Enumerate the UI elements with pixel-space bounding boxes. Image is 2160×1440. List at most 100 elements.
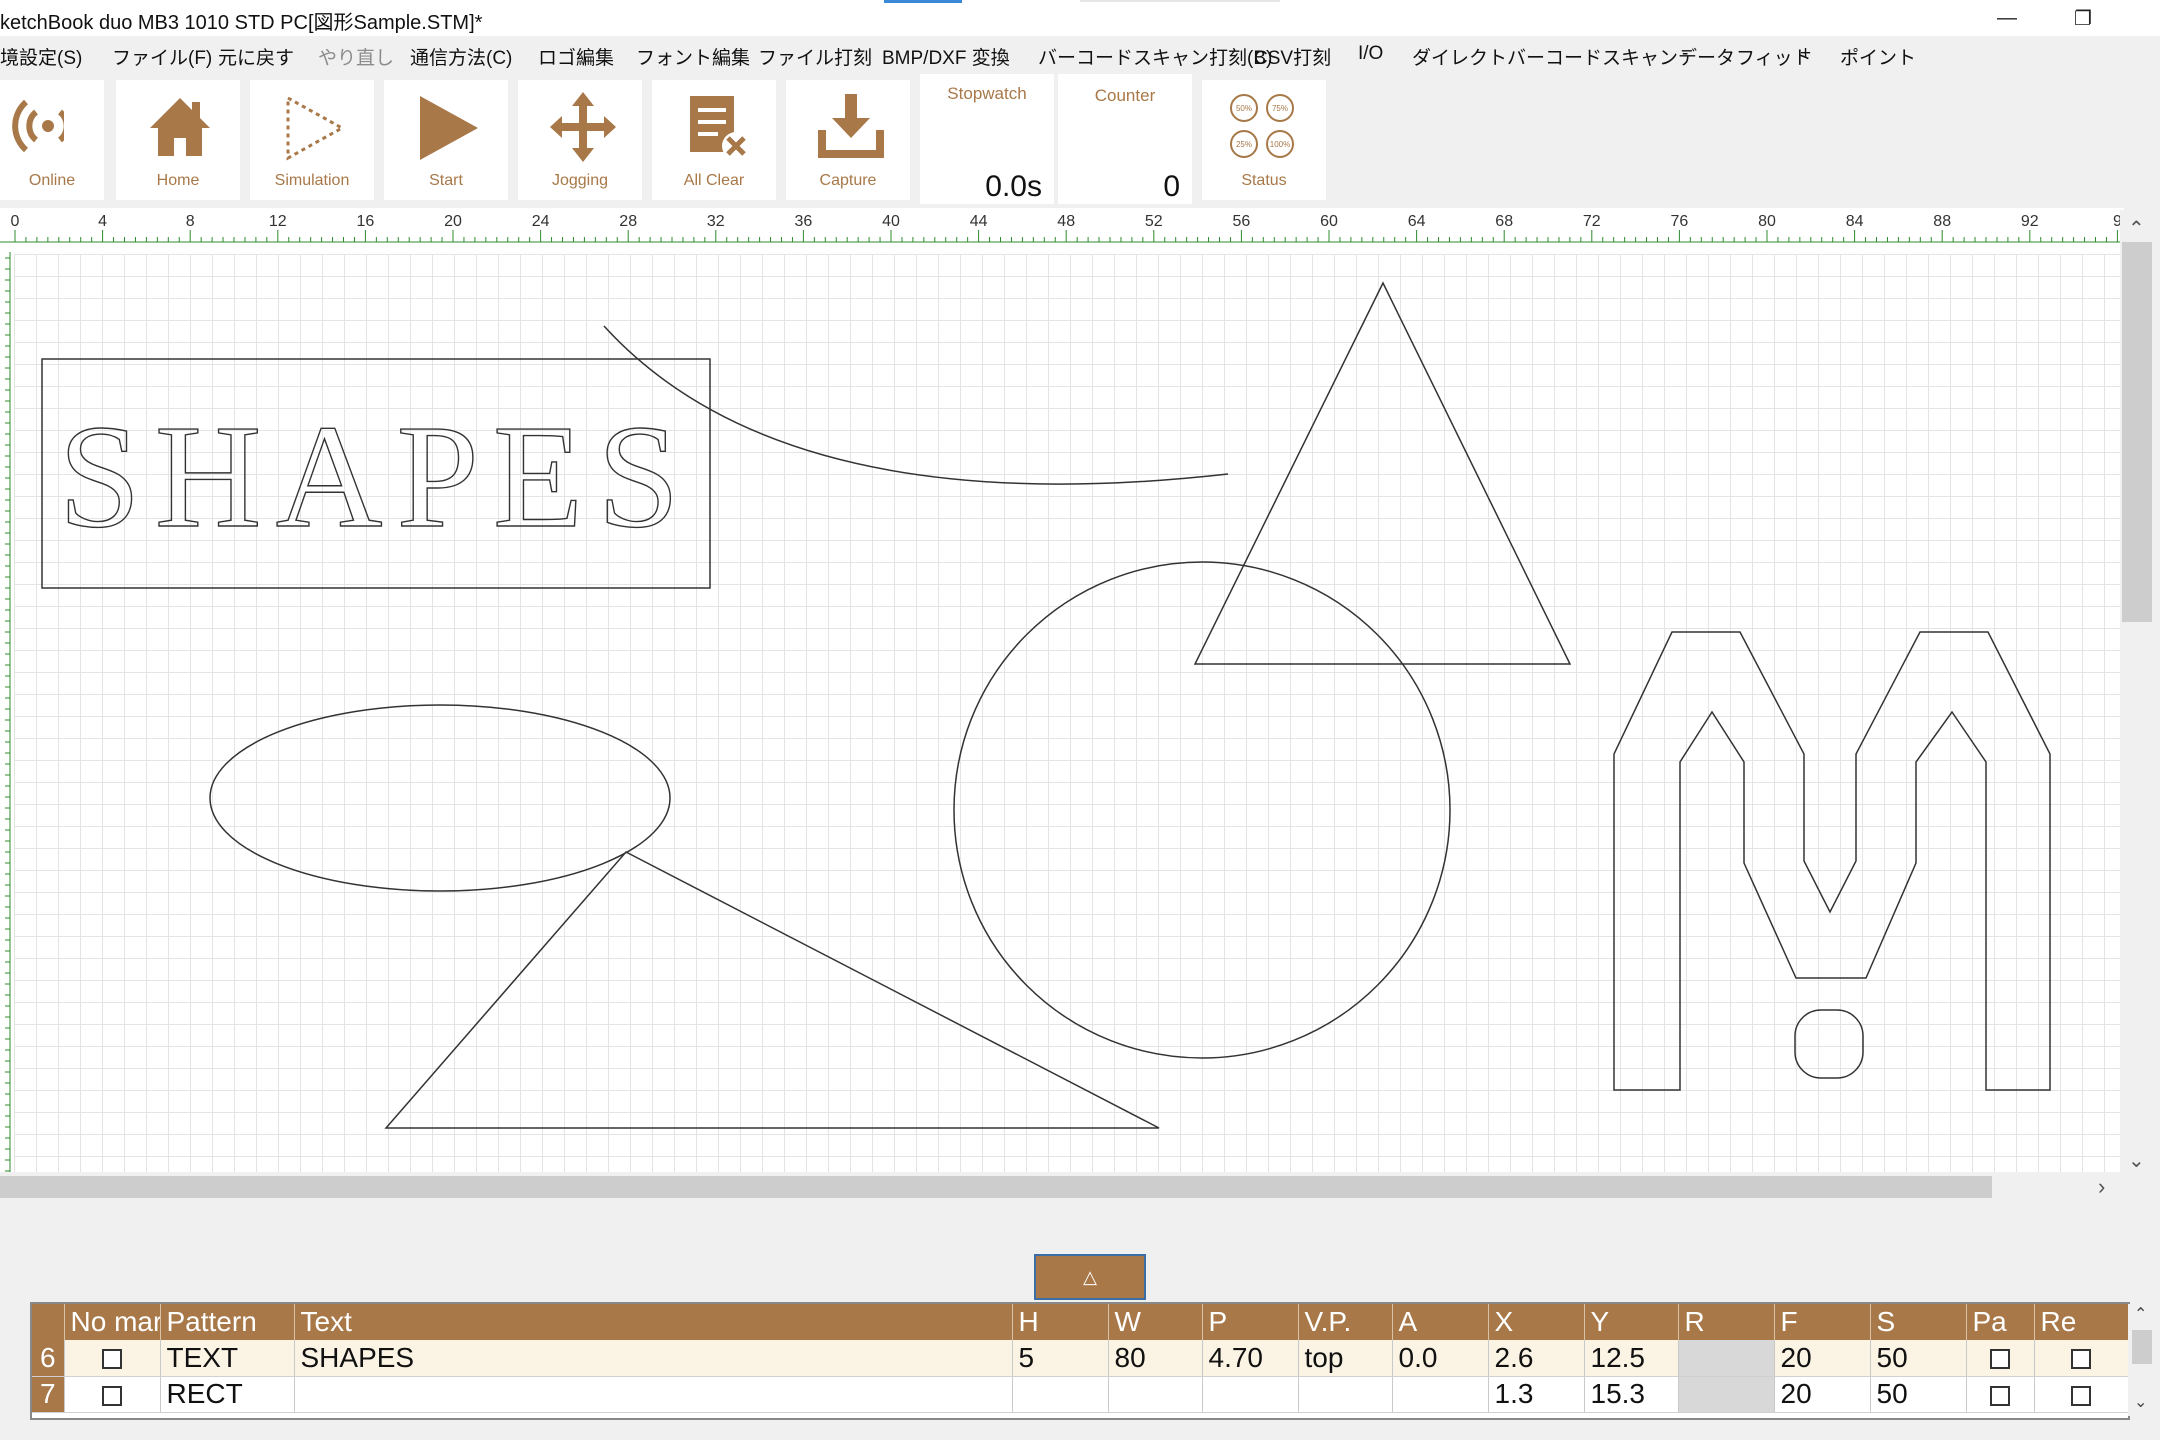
checkbox-icon[interactable] [102, 1385, 122, 1406]
cell-a[interactable] [1392, 1376, 1489, 1413]
col-header-x[interactable]: X [1488, 1304, 1585, 1340]
re-checkbox[interactable] [2034, 1376, 2129, 1413]
shape-m-logo-dot[interactable] [1794, 1009, 1864, 1079]
cell-x[interactable]: 1.3 [1488, 1376, 1585, 1413]
cell-s[interactable]: 50 [1870, 1340, 1967, 1377]
col-header-w[interactable]: W [1108, 1304, 1203, 1340]
col-header-no-mark[interactable]: No mark [64, 1304, 161, 1340]
checkbox-icon[interactable] [1990, 1385, 2010, 1406]
cell-r[interactable] [1678, 1376, 1775, 1413]
scroll-up-icon[interactable]: ⌃ [2128, 216, 2145, 241]
menu-undo[interactable]: 元に戻す [218, 43, 294, 70]
col-header-re[interactable]: Re [2034, 1304, 2129, 1340]
cell-pattern[interactable]: TEXT [160, 1340, 295, 1377]
col-header-y[interactable]: Y [1584, 1304, 1679, 1340]
cell-a[interactable]: 0.0 [1392, 1340, 1489, 1377]
col-header-p[interactable]: P [1202, 1304, 1299, 1340]
col-header-a[interactable]: A [1392, 1304, 1489, 1340]
menu-zoom-out[interactable]: - [1682, 43, 1688, 65]
cell-x[interactable]: 2.6 [1488, 1340, 1585, 1377]
home-button[interactable]: Home [116, 80, 240, 200]
canvas-horizontal-scrollbar[interactable]: › [0, 1174, 2124, 1200]
menu-settings[interactable]: 境設定(S) [0, 43, 82, 70]
checkbox-icon[interactable] [2071, 1385, 2091, 1406]
col-header-h[interactable]: H [1012, 1304, 1109, 1340]
row-number[interactable]: 6 [32, 1340, 65, 1377]
col-header-f[interactable]: F [1774, 1304, 1871, 1340]
cell-f[interactable]: 20 [1774, 1340, 1871, 1377]
cell-w[interactable]: 80 [1108, 1340, 1203, 1377]
cell-vp[interactable]: top [1298, 1340, 1393, 1377]
status-button[interactable]: 50% 75% 25% 100% Status [1202, 80, 1326, 200]
menu-zoom-in[interactable]: + [1800, 43, 1811, 65]
shape-circle[interactable] [953, 561, 1451, 1059]
col-header-vp[interactable]: V.P. [1298, 1304, 1393, 1340]
table-scroll-thumb[interactable] [2132, 1330, 2152, 1364]
menu-bmp-dxf[interactable]: BMP/DXF 変換 [882, 43, 1010, 70]
cell-p[interactable]: 4.70 [1202, 1340, 1299, 1377]
shape-arc[interactable] [603, 325, 1229, 485]
no-mark-checkbox[interactable] [64, 1376, 161, 1413]
cell-y[interactable]: 15.3 [1584, 1376, 1679, 1413]
cell-w[interactable] [1108, 1376, 1203, 1413]
checkbox-icon[interactable] [1990, 1349, 2010, 1370]
menu-point[interactable]: ポイント [1840, 43, 1916, 70]
table-row[interactable]: 6 TEXT SHAPES 5 80 4.70 top 0.0 2.6 12.5… [32, 1340, 2129, 1377]
row-number[interactable]: 7 [32, 1376, 65, 1413]
design-canvas[interactable]: SHAPES [14, 254, 2122, 1172]
cell-r[interactable] [1678, 1340, 1775, 1377]
menu-csv-mark[interactable]: CSV打刻 [1254, 43, 1331, 70]
panel-toggle-button[interactable]: △ [1034, 1254, 1146, 1300]
cell-text[interactable] [294, 1376, 1013, 1413]
menu-font-edit[interactable]: フォント編集 [636, 43, 750, 70]
table-scroll-down-icon[interactable]: ⌄ [2134, 1392, 2147, 1412]
minimize-button[interactable]: — [1970, 0, 2044, 36]
menu-barcode-scan[interactable]: バーコードスキャン打刻(B) [1038, 43, 1272, 70]
cell-h[interactable] [1012, 1376, 1109, 1413]
table-vertical-scrollbar[interactable]: ⌃ ⌄ [2128, 1304, 2156, 1416]
horizontal-scroll-thumb[interactable] [0, 1176, 1992, 1198]
restore-button[interactable]: ❐ [2046, 0, 2120, 36]
no-mark-checkbox[interactable] [64, 1340, 161, 1377]
menu-file[interactable]: ファイル(F) [112, 43, 212, 70]
col-header-pa[interactable]: Pa [1966, 1304, 2035, 1340]
scroll-right-icon[interactable]: › [2098, 1174, 2105, 1200]
table-scroll-up-icon[interactable]: ⌃ [2134, 1304, 2147, 1324]
shape-ellipse[interactable] [209, 704, 671, 892]
shape-text-shapes[interactable]: SHAPES [58, 394, 693, 559]
checkbox-icon[interactable] [2071, 1349, 2091, 1370]
cell-vp[interactable] [1298, 1376, 1393, 1413]
re-checkbox[interactable] [2034, 1340, 2129, 1377]
all-clear-button[interactable]: All Clear [652, 80, 776, 200]
start-button[interactable]: Start [384, 80, 508, 200]
online-button[interactable]: Online [0, 80, 104, 200]
cell-f[interactable]: 20 [1774, 1376, 1871, 1413]
jogging-button[interactable]: Jogging [518, 80, 642, 200]
menu-file-mark[interactable]: ファイル打刻 [758, 43, 872, 70]
vertical-scroll-thumb[interactable] [2122, 242, 2152, 622]
col-header-s[interactable]: S [1870, 1304, 1967, 1340]
cell-h[interactable]: 5 [1012, 1340, 1109, 1377]
cell-pattern[interactable]: RECT [160, 1376, 295, 1413]
cell-y[interactable]: 12.5 [1584, 1340, 1679, 1377]
simulation-button[interactable]: Simulation [250, 80, 374, 200]
col-header-pattern[interactable]: Pattern [160, 1304, 295, 1340]
menu-io[interactable]: I/O [1358, 43, 1383, 65]
menu-comm-method[interactable]: 通信方法(C) [410, 43, 512, 70]
pa-checkbox[interactable] [1966, 1340, 2035, 1377]
menu-redo[interactable]: やり直し [318, 43, 394, 70]
canvas-vertical-scrollbar[interactable]: ⌃ ⌄ [2120, 210, 2160, 1174]
menu-logo-edit[interactable]: ロゴ編集 [538, 43, 614, 70]
shape-triangle-upper[interactable] [1193, 281, 1572, 665]
pa-checkbox[interactable] [1966, 1376, 2035, 1413]
col-header-text[interactable]: Text [294, 1304, 1013, 1340]
scroll-down-icon[interactable]: ⌄ [2128, 1148, 2145, 1173]
cell-s[interactable]: 50 [1870, 1376, 1967, 1413]
table-row[interactable]: 7 RECT 1.3 15.3 20 50 [32, 1376, 2129, 1413]
col-header-r[interactable]: R [1678, 1304, 1775, 1340]
cell-text[interactable]: SHAPES [294, 1340, 1013, 1377]
checkbox-icon[interactable] [102, 1349, 122, 1370]
cell-p[interactable] [1202, 1376, 1299, 1413]
capture-button[interactable]: Capture [786, 80, 910, 200]
shape-m-logo[interactable] [1613, 631, 2051, 1091]
